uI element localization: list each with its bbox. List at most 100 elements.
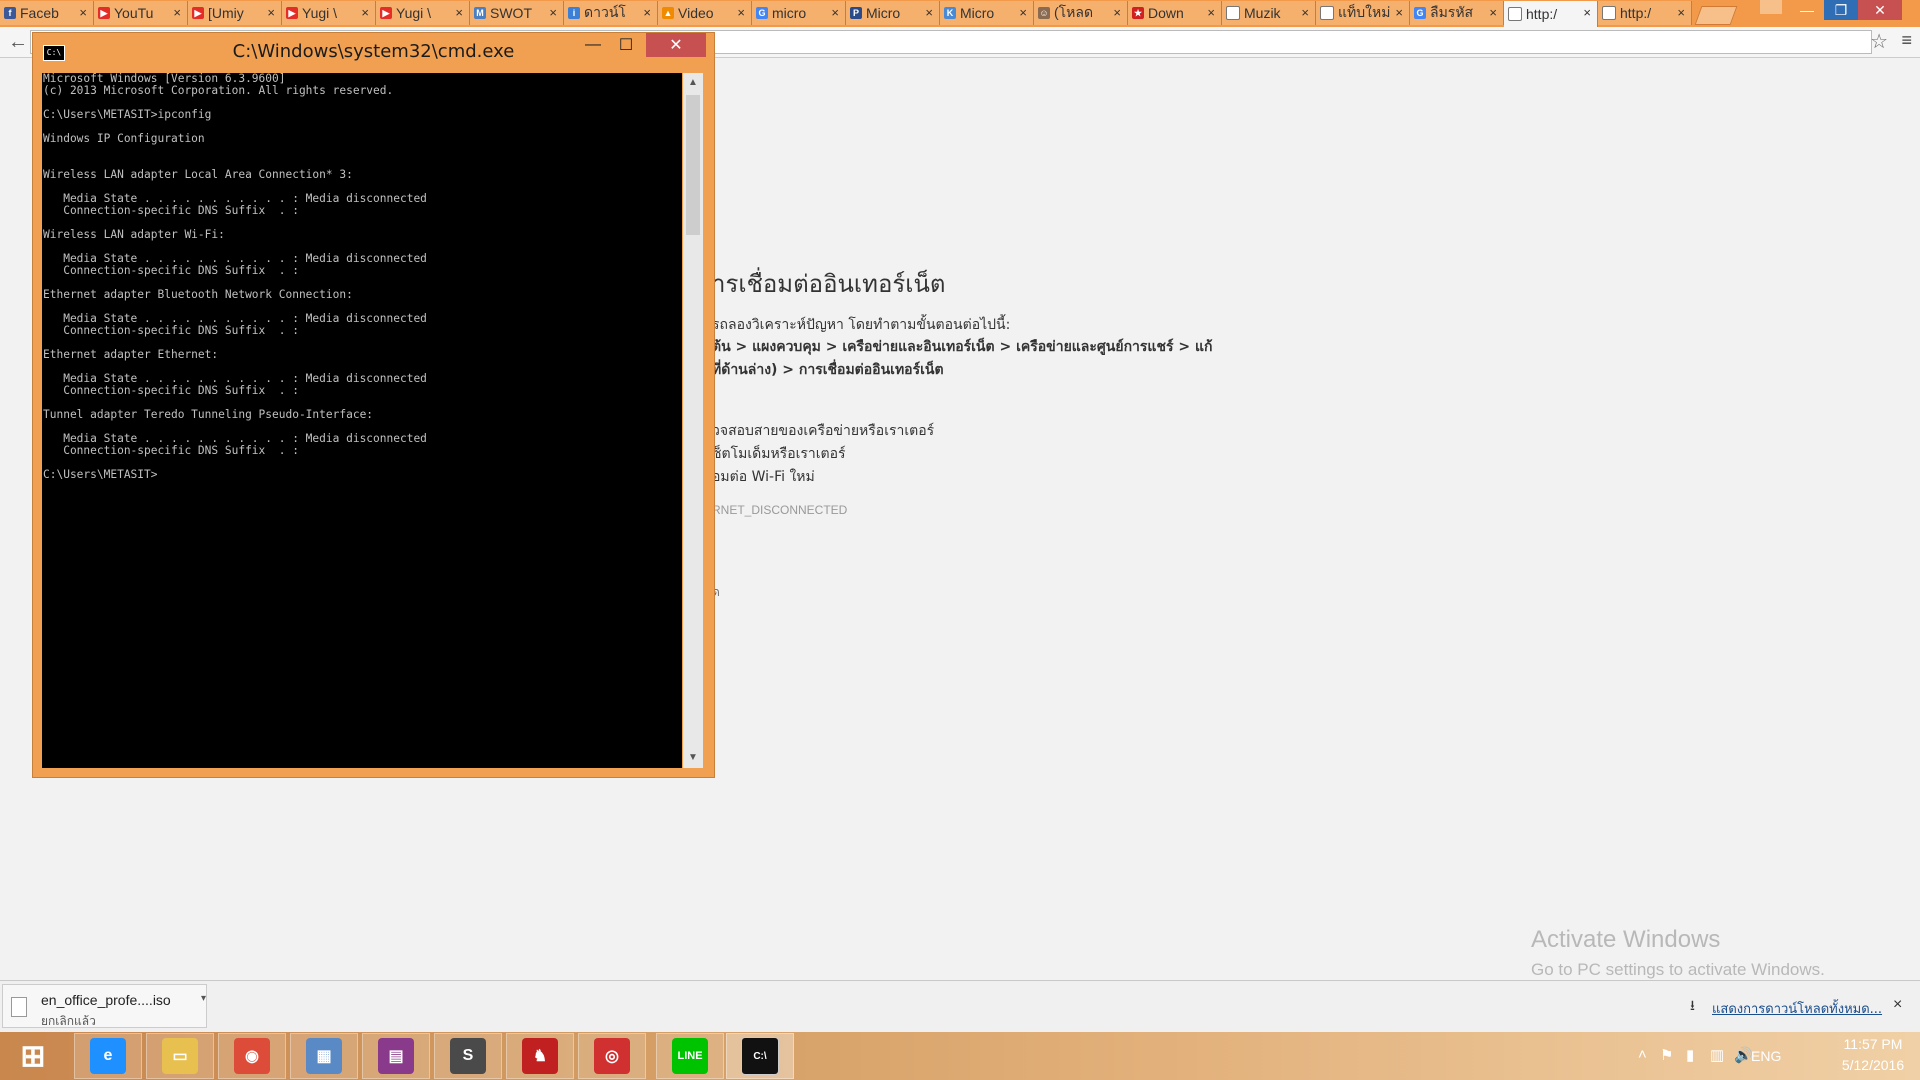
tray-overflow-chevron-icon[interactable]: ˄ [1638, 1046, 1647, 1063]
tab-close-icon[interactable]: × [925, 5, 933, 20]
tab-title: SWOT [490, 5, 532, 21]
download-file-name: en_office_profe....iso [41, 992, 171, 1008]
chrome-icon[interactable]: ◉ [218, 1033, 286, 1079]
error-intro: รถลองวิเคราะห์ปัญหา โดยทำตามขั้นตอนต่อไป… [712, 317, 1011, 333]
suggestion-item: วจสอบสายของเครือข่ายหรือเราเตอร์ [712, 423, 935, 439]
show-all-downloads-link[interactable]: แสดงการดาวน์โหลดทั้งหมด... [1712, 998, 1882, 1019]
browser-tab[interactable]: Gmicro × [752, 1, 846, 25]
browser-tab[interactable]: P Micro × [846, 1, 940, 25]
window-close-button[interactable]: ✕ [1858, 0, 1902, 20]
browser-tab[interactable]: Muzik × [1222, 1, 1316, 25]
tab-close-icon[interactable]: × [173, 5, 181, 20]
tab-title: micro [772, 5, 807, 21]
browser-tab[interactable]: http:/ × [1598, 1, 1692, 25]
browser-tab[interactable]: ▶ Yugi \ × [376, 1, 470, 25]
tab-close-icon[interactable]: × [1677, 5, 1685, 20]
download-menu-chevron-icon[interactable]: ▾ [201, 993, 206, 1004]
browser-tab[interactable]: http:/ × [1504, 1, 1598, 27]
window-maximize-button[interactable]: ❐ [1824, 0, 1858, 20]
cmd-titlebar[interactable]: C:\ C:\Windows\system32\cmd.exe — ☐ ✕ [33, 33, 714, 69]
line-app-icon[interactable]: LINE [656, 1033, 724, 1079]
power-icon[interactable]: ▮ [1686, 1046, 1694, 1064]
tab-close-icon[interactable]: × [1583, 5, 1591, 20]
suggestion-item: อมต่อ Wi-Fi ใหม่ [712, 469, 815, 485]
remote-desktop-icon[interactable]: ▦ [290, 1033, 358, 1079]
browser-tab[interactable]: K Micro × [940, 1, 1034, 25]
doc-m-icon: M [474, 7, 486, 19]
browser-tab[interactable]: f Faceb × [0, 1, 94, 25]
cmd-close-button[interactable]: ✕ [646, 33, 706, 57]
tab-close-icon[interactable]: × [1113, 5, 1121, 20]
browser-tab[interactable]: ▲ Video × [658, 1, 752, 25]
clock-time[interactable]: 11:57 PM [1838, 1036, 1908, 1052]
cmd-taskbar-icon[interactable]: C:\ [726, 1033, 794, 1079]
network-icon[interactable]: ▥ [1710, 1046, 1724, 1064]
chrome-menu-icon[interactable]: ≡ [1901, 30, 1912, 51]
browser-tab[interactable]: แท็บใหม่ × [1316, 1, 1410, 25]
scroll-down-icon[interactable]: ▼ [683, 748, 703, 768]
tabs-container: f Faceb × ▶ YouTu × ▶ [Umiy × ▶ Yugi \ × ▶ Yugi \ × M SW… [0, 0, 1738, 27]
page-icon [1508, 7, 1522, 21]
browser-tab[interactable]: i ดาวน์โ × [564, 1, 658, 25]
game-app-icon[interactable]: ♞ [506, 1033, 574, 1079]
profile-button[interactable] [1760, 0, 1782, 14]
action-center-flag-icon[interactable]: ⚑ [1660, 1046, 1673, 1064]
chrome-icon-glyph: ◉ [234, 1038, 270, 1074]
scroll-thumb[interactable] [686, 95, 700, 235]
browser-tab[interactable]: ★ Down × [1128, 1, 1222, 25]
download-shelf: en_office_profe....iso ยกเลิกแล้ว ▾ ⭳ แส… [0, 980, 1920, 1033]
page-icon [1320, 6, 1334, 20]
sublime-text-icon[interactable]: S [434, 1033, 502, 1079]
internet-explorer-icon[interactable]: e [74, 1033, 142, 1079]
back-button[interactable]: ← [8, 31, 28, 54]
language-indicator[interactable]: ENG [1751, 1048, 1781, 1064]
browser-tab[interactable]: G ลืมรหัส × [1410, 1, 1504, 25]
remote-desktop-icon-glyph: ▦ [306, 1038, 342, 1074]
tab-title: Faceb [20, 5, 59, 21]
activate-subtitle: Go to PC settings to activate Windows. [1531, 960, 1825, 979]
cmd-window[interactable]: C:\ C:\Windows\system32\cmd.exe — ☐ ✕ Mi… [32, 32, 715, 778]
tab-close-icon[interactable]: × [267, 5, 275, 20]
garena-icon[interactable]: ◎ [578, 1033, 646, 1079]
new-tab-button[interactable] [1694, 6, 1738, 25]
avatar-icon: ☺ [1038, 7, 1050, 19]
tab-close-icon[interactable]: × [643, 5, 651, 20]
browser-tab[interactable]: ▶ [Umiy × [188, 1, 282, 25]
close-shelf-icon[interactable]: × [1893, 996, 1902, 1014]
tab-close-icon[interactable]: × [79, 5, 87, 20]
cmd-maximize-button[interactable]: ☐ [611, 33, 641, 57]
tab-title: Micro [866, 5, 901, 21]
youtube-icon: ▶ [286, 7, 298, 19]
browser-tab[interactable]: ▶ YouTu × [94, 1, 188, 25]
tab-close-icon[interactable]: × [1301, 5, 1309, 20]
file-explorer-icon[interactable]: ▭ [146, 1033, 214, 1079]
tab-close-icon[interactable]: × [1489, 5, 1497, 20]
browser-tab[interactable]: ☺ (โหลด × [1034, 1, 1128, 25]
google-icon: G [756, 7, 768, 19]
tab-close-icon[interactable]: × [1395, 5, 1403, 20]
winrar-icon-glyph: ▤ [378, 1038, 414, 1074]
volume-icon[interactable]: 🔊 [1734, 1046, 1753, 1064]
cmd-minimize-button[interactable]: — [578, 33, 608, 57]
page-icon [1226, 6, 1240, 20]
clock-date[interactable]: 5/12/2016 [1833, 1057, 1913, 1073]
cmd-scrollbar[interactable]: ▲ ▼ [683, 73, 703, 768]
tab-close-icon[interactable]: × [831, 5, 839, 20]
tab-close-icon[interactable]: × [1207, 5, 1215, 20]
star-site-icon: ★ [1132, 7, 1144, 19]
browser-tab[interactable]: ▶ Yugi \ × [282, 1, 376, 25]
tab-title: Yugi \ [396, 5, 432, 21]
tab-close-icon[interactable]: × [455, 5, 463, 20]
tab-close-icon[interactable]: × [361, 5, 369, 20]
download-item[interactable]: en_office_profe....iso ยกเลิกแล้ว ▾ [2, 984, 207, 1028]
tab-close-icon[interactable]: × [737, 5, 745, 20]
scroll-up-icon[interactable]: ▲ [683, 73, 703, 93]
start-button[interactable]: ⊞ [0, 1033, 66, 1079]
winrar-icon[interactable]: ▤ [362, 1033, 430, 1079]
cmd-console[interactable]: Microsoft Windows [Version 6.3.9600] (c)… [42, 73, 682, 768]
tab-close-icon[interactable]: × [549, 5, 557, 20]
tab-close-icon[interactable]: × [1019, 5, 1027, 20]
window-minimize-button[interactable]: — [1790, 0, 1824, 20]
browser-tab[interactable]: M SWOT × [470, 1, 564, 25]
bookmark-star-icon[interactable]: ☆ [1870, 29, 1888, 54]
